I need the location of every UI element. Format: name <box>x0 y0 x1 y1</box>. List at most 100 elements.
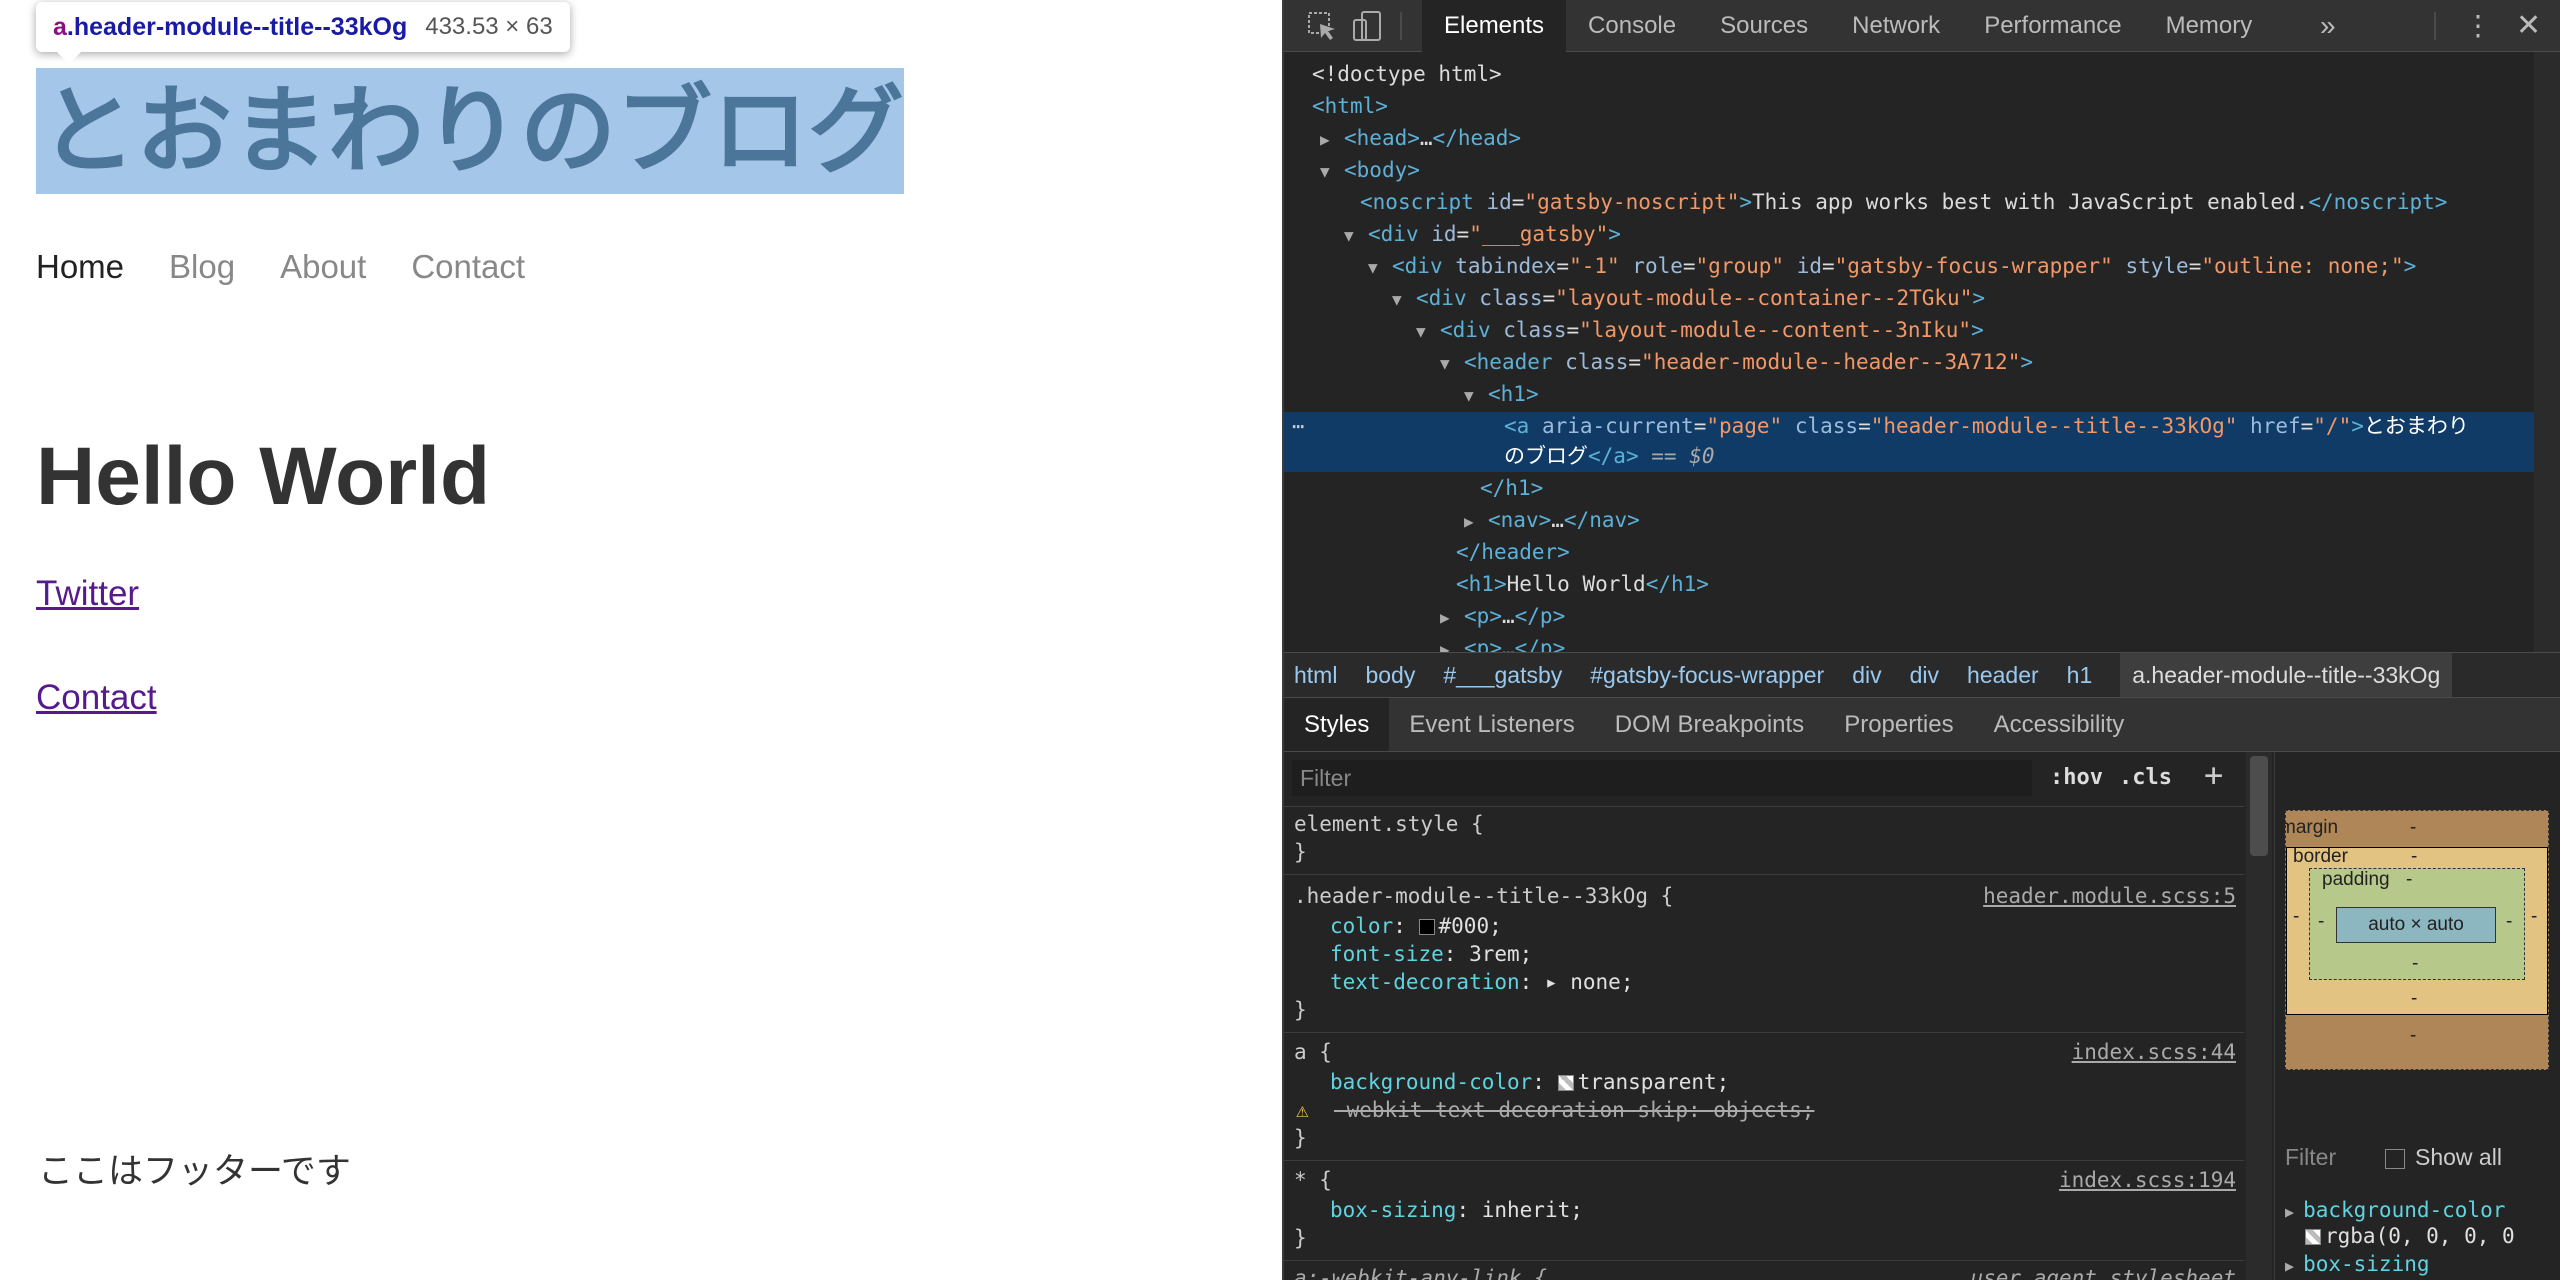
new-rule-icon[interactable]: + <box>2204 756 2223 794</box>
nav-contact[interactable]: Contact <box>411 248 525 286</box>
expand-triangle-icon[interactable]: ▶ <box>1320 124 1344 156</box>
dom-scrollbar[interactable] <box>2534 52 2560 652</box>
rule-selector[interactable]: * { <box>1294 1166 1332 1194</box>
collapse-triangle-icon[interactable]: ▼ <box>1416 316 1440 348</box>
box-model-padding[interactable]: padding - - - - auto × auto <box>2309 868 2525 980</box>
tab-elements[interactable]: Elements <box>1422 0 1567 52</box>
kebab-menu-icon[interactable]: ⋮ <box>2464 0 2492 52</box>
tab-memory[interactable]: Memory <box>2144 0 2275 52</box>
style-property-invalid[interactable]: ⚠ -webkit-text-decoration-skip: objects; <box>1296 1096 1814 1124</box>
show-all-checkbox[interactable]: Show all <box>2385 1144 2502 1171</box>
dom-line-a-selected[interactable]: <a aria-current="page" class="header-mod… <box>1504 410 2469 442</box>
twitter-link[interactable]: Twitter <box>36 574 139 614</box>
collapse-triangle-icon[interactable]: ▼ <box>1464 380 1488 412</box>
tab-sources[interactable]: Sources <box>1698 0 1830 52</box>
dom-line-focus-wrapper[interactable]: ▼ <div tabindex="-1" role="group" id="gat… <box>1368 250 2416 282</box>
collapse-triangle-icon[interactable]: ▼ <box>1344 220 1368 252</box>
tab-performance[interactable]: Performance <box>1962 0 2143 52</box>
breadcrumb-div[interactable]: div <box>1852 662 1881 689</box>
hov-button[interactable]: :hov <box>2050 765 2103 790</box>
color-swatch[interactable] <box>1557 1075 1574 1091</box>
breadcrumb-focus-wrapper[interactable]: #gatsby-focus-wrapper <box>1590 662 1824 689</box>
rule-selector[interactable]: a { <box>1294 1038 1332 1066</box>
rule-source-link[interactable]: index.scss:44 <box>2072 1038 2236 1066</box>
styles-scrollbar[interactable] <box>2246 752 2272 1280</box>
dom-line-p2[interactable]: ▶ <p>…</p> <box>1440 632 1565 652</box>
breadcrumb-gatsby[interactable]: #___gatsby <box>1443 662 1562 689</box>
dom-line-header-close[interactable]: </header> <box>1456 536 1570 568</box>
dom-line-content[interactable]: ▼ <div class="layout-module--content--3nI… <box>1416 314 1984 346</box>
subtab-styles[interactable]: Styles <box>1284 698 1390 751</box>
style-property[interactable]: color: #000; <box>1330 912 1502 940</box>
style-property[interactable]: box-sizing: inherit; <box>1330 1196 1583 1224</box>
breadcrumb-header[interactable]: header <box>1967 662 2039 689</box>
expand-triangle-icon[interactable]: ▶ <box>1440 602 1464 634</box>
dom-line-h1[interactable]: ▼ <h1> <box>1464 378 1539 410</box>
dom-line-head[interactable]: ▶ <head>…</head> <box>1320 122 1521 154</box>
inspect-element-icon[interactable] <box>1304 8 1340 44</box>
dom-line-p1[interactable]: ▶ <p>…</p> <box>1440 600 1565 632</box>
rule-selector[interactable]: a:-webkit-any-link { <box>1294 1264 1547 1280</box>
expand-triangle-icon[interactable]: ▶ <box>2285 1257 2303 1275</box>
expand-triangle-icon[interactable]: ▶ <box>2285 1203 2303 1221</box>
dom-line-body[interactable]: ▼ <body> <box>1320 154 1420 186</box>
collapse-triangle-icon[interactable]: ▼ <box>1392 284 1416 316</box>
subtab-event-listeners[interactable]: Event Listeners <box>1389 698 1594 751</box>
close-icon[interactable]: ✕ <box>2516 0 2541 52</box>
dom-line-doctype[interactable]: <!doctype html> <box>1312 58 1502 90</box>
style-property[interactable]: font-size: 3rem; <box>1330 940 1532 968</box>
computed-filter-input[interactable]: Filter <box>2285 1144 2336 1171</box>
cls-button[interactable]: .cls <box>2119 765 2172 790</box>
dom-line-h1-close[interactable]: </h1> <box>1480 472 1543 504</box>
computed-property[interactable]: ▶ background-color <box>2285 1198 2505 1222</box>
breadcrumb-body[interactable]: body <box>1365 662 1415 689</box>
more-tabs-icon[interactable]: » <box>2320 0 2336 52</box>
dom-line-a-selected-cont[interactable]: のブログ</a> == $0 <box>1504 440 1714 472</box>
expand-triangle-icon[interactable]: ▶ <box>1464 506 1488 538</box>
collapse-triangle-icon[interactable]: ▼ <box>1368 252 1392 284</box>
site-title-link[interactable]: とおまわりのブログ <box>36 68 904 194</box>
tab-console[interactable]: Console <box>1566 0 1698 52</box>
scrollbar-thumb[interactable] <box>2250 756 2268 856</box>
collapse-triangle-icon[interactable]: ▼ <box>1440 348 1464 380</box>
subtab-dom-breakpoints[interactable]: DOM Breakpoints <box>1595 698 1824 751</box>
rule-selector[interactable]: .header-module--title--33kOg { <box>1294 882 1673 910</box>
breadcrumb-current[interactable]: a.header-module--title--33kOg <box>2120 653 2453 697</box>
breadcrumb-div[interactable]: div <box>1910 662 1939 689</box>
expand-triangle-icon[interactable]: ▶ <box>1440 634 1464 652</box>
color-swatch[interactable] <box>1418 919 1435 935</box>
nav-blog[interactable]: Blog <box>169 248 235 286</box>
rule-source-link[interactable]: index.scss:194 <box>2059 1166 2236 1194</box>
checkbox-icon[interactable] <box>2385 1148 2405 1169</box>
dom-line-header[interactable]: ▼ <header class="header-module--header--3… <box>1440 346 2033 378</box>
breadcrumb-html[interactable]: html <box>1294 662 1337 689</box>
subtab-accessibility[interactable]: Accessibility <box>1974 698 2145 751</box>
dom-line-gatsby[interactable]: ▼ <div id="___gatsby"> <box>1344 218 1621 250</box>
style-property[interactable]: text-decoration: ▸ none; <box>1330 968 1633 996</box>
box-model-margin[interactable]: margin - - border - - - - padding - - - … <box>2280 810 2549 1070</box>
box-model-border[interactable]: border - - - - padding - - - - auto × au… <box>2286 846 2548 1015</box>
element-style-selector[interactable]: element.style { <box>1294 810 1484 838</box>
box-model-value: - <box>2406 869 2413 890</box>
box-model-content[interactable]: auto × auto <box>2336 907 2496 943</box>
nav-about[interactable]: About <box>280 248 366 286</box>
dom-line-noscript[interactable]: <noscript id="gatsby-noscript">This app … <box>1360 186 2447 218</box>
dom-line-h1-hello[interactable]: <h1>Hello World</h1> <box>1456 568 1709 600</box>
dom-line-container[interactable]: ▼ <div class="layout-module--container--2… <box>1392 282 1985 314</box>
nav-home[interactable]: Home <box>36 248 124 286</box>
device-toolbar-icon[interactable] <box>1350 8 1386 44</box>
contact-link[interactable]: Contact <box>36 678 157 718</box>
dom-line-nav[interactable]: ▶ <nav>…</nav> <box>1464 504 1640 536</box>
property-name: background-color <box>2303 1198 2506 1222</box>
rule-source-link[interactable]: header.module.scss:5 <box>1983 882 2236 910</box>
breadcrumb-h1[interactable]: h1 <box>2067 662 2093 689</box>
subtab-properties[interactable]: Properties <box>1824 698 1973 751</box>
styles-filter-input[interactable]: Filter <box>1292 760 2032 796</box>
node-actions-icon[interactable]: ⋯ <box>1292 414 1304 438</box>
style-property[interactable]: background-color: transparent; <box>1330 1068 1729 1096</box>
expand-triangle-icon[interactable]: ▸ <box>1545 970 1570 994</box>
tab-network[interactable]: Network <box>1830 0 1962 52</box>
collapse-triangle-icon[interactable]: ▼ <box>1320 156 1344 188</box>
dom-line-html[interactable]: <html> <box>1312 90 1388 122</box>
computed-property[interactable]: ▶ box-sizing <box>2285 1252 2430 1276</box>
